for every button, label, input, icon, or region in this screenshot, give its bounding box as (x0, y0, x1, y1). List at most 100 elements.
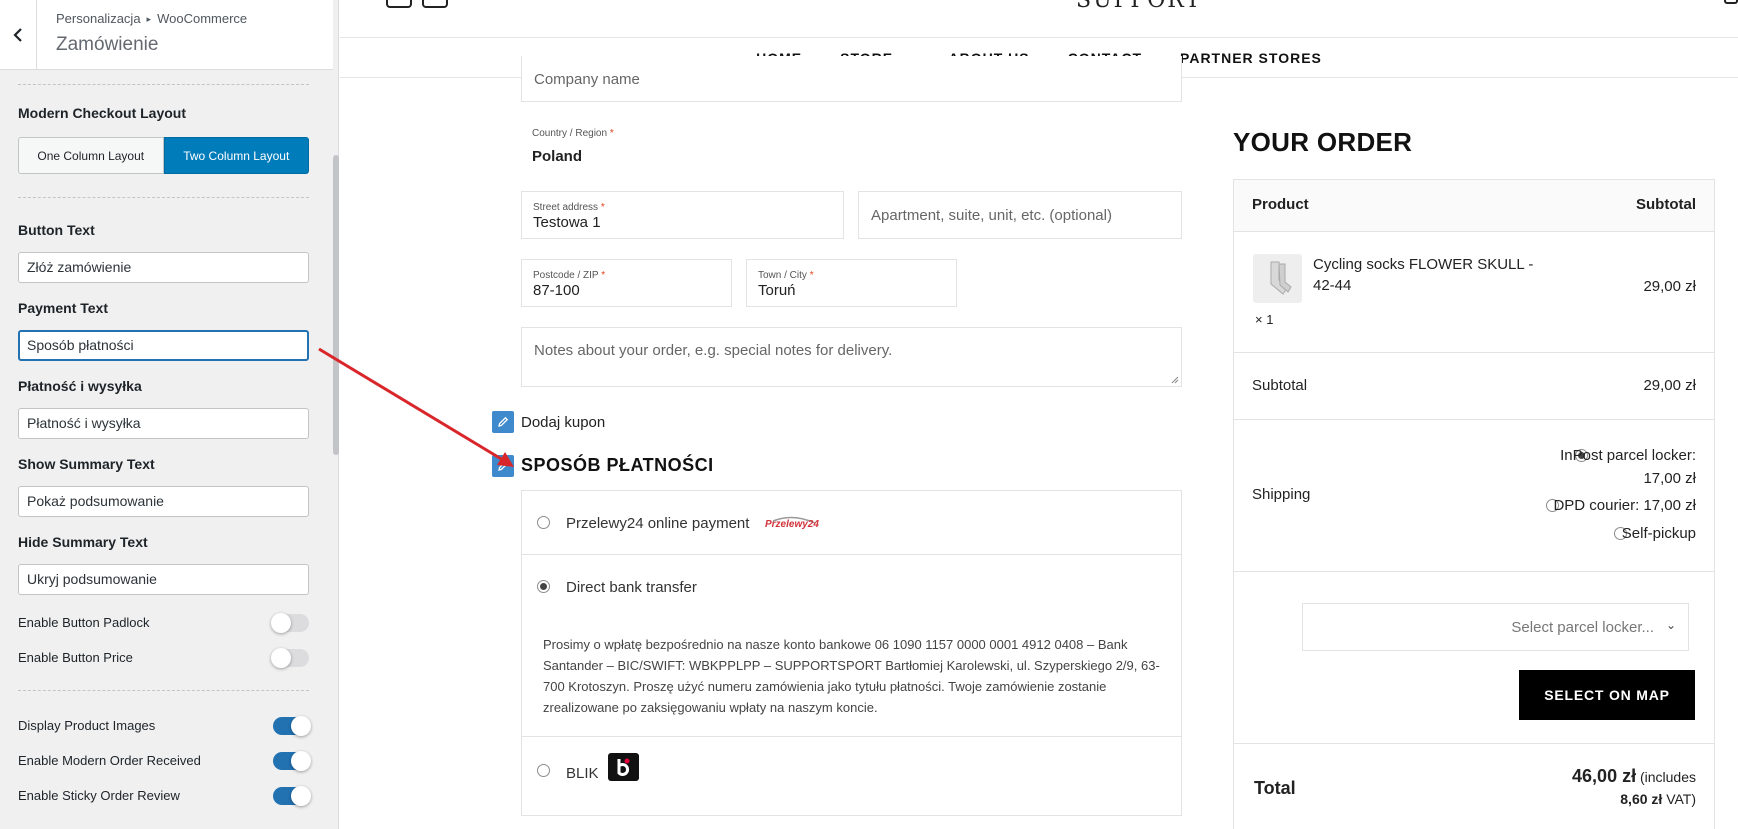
table-header: Product Subtotal (1234, 180, 1714, 232)
bank-transfer-description-box: Prosimy o wpłatę bezpośrednio na nasze k… (522, 620, 1181, 737)
toggle-label: Enable Sticky Order Review (18, 788, 180, 803)
payment-section-title: SPOSÓB PŁATNOŚCI (521, 455, 714, 475)
shipping-option-inpost-price: 17,00 zł (1643, 470, 1696, 487)
toggle-label: Display Product Images (18, 718, 156, 733)
select-on-map-button[interactable]: SELECT ON MAP (1519, 670, 1695, 720)
breadcrumb-item: Personalizacja (56, 11, 141, 26)
payment-label: BLIK (566, 765, 599, 782)
shipping-option-inpost[interactable]: InPost parcel locker: (1560, 447, 1696, 464)
total-value-block: 46,00 zł (includes 8,60 zł VAT) (1572, 765, 1696, 810)
przelewy24-logo: Przelewy24 (765, 516, 819, 530)
blik-logo (608, 753, 639, 781)
payment-option-bank-transfer[interactable]: Direct bank transfer (522, 555, 1181, 620)
back-button[interactable] (0, 0, 37, 70)
payment-text-input[interactable]: Sposób płatności (18, 330, 309, 361)
order-review-table: Product Subtotal Cycling socks FLOWER SK… (1233, 179, 1715, 829)
shipping-label: Shipping (1252, 486, 1311, 503)
sidebar-scrollbar[interactable] (333, 155, 339, 455)
shipping-option-dpd[interactable]: DPD courier: 17,00 zł (1553, 497, 1696, 514)
modern-order-received-toggle[interactable] (273, 751, 311, 771)
field-label: Postcode / ZIP * (533, 270, 606, 281)
field-label: Town / City * (758, 270, 814, 281)
two-column-layout-button[interactable]: Two Column Layout (163, 137, 309, 174)
customizer-sidebar: Personalizacja ▸ WooCommerce Zamówienie Mo… (0, 0, 339, 829)
order-notes-textarea[interactable]: Notes about your order, e.g. special not… (521, 327, 1182, 387)
payment-text-label: Payment Text (18, 300, 108, 316)
total-label: Total (1254, 778, 1296, 798)
payment-option-blik[interactable]: BLIK (522, 737, 1181, 809)
your-order-title: YOUR ORDER (1233, 127, 1413, 157)
apartment-field[interactable]: Apartment, suite, unit, etc. (optional) (858, 191, 1182, 239)
toggle-label: Enable Modern Order Received (18, 753, 201, 768)
button-text-input[interactable]: Złóż zamówienie (18, 252, 309, 283)
button-price-toggle[interactable] (271, 648, 309, 668)
toggle-row-order-received: Enable Modern Order Received (18, 750, 311, 772)
column-header-product: Product (1252, 196, 1309, 213)
add-coupon-link[interactable]: Dodaj kupon (521, 414, 605, 431)
payment-option-przelewy24[interactable]: Przelewy24 online payment Przelewy24 (522, 491, 1181, 555)
chevron-down-icon: ⌄ (1665, 618, 1676, 632)
site-logo[interactable]: SUPPORT (1076, 0, 1202, 13)
field-value: Testowa 1 (533, 214, 601, 231)
select-placeholder: Select parcel locker... (1511, 619, 1654, 636)
one-column-layout-button[interactable]: One Column Layout (18, 137, 164, 174)
table-row: Cycling socks FLOWER SKULL - 42-44 × 1 2… (1234, 232, 1714, 353)
toggle-row-padlock: Enable Button Padlock (18, 612, 309, 634)
toggle-knob (291, 786, 311, 806)
company-field[interactable]: Company name (521, 56, 1182, 102)
hide-summary-input[interactable]: Ukryj podsumowanie (18, 564, 309, 595)
apartment-placeholder: Apartment, suite, unit, etc. (optional) (871, 207, 1112, 224)
nav-partner-stores[interactable]: PARTNER STORES (1180, 50, 1322, 66)
parcel-locker-select[interactable]: Select parcel locker... ⌄ (1302, 603, 1689, 651)
postcode-field[interactable]: Postcode / ZIP * 87-100 (521, 259, 732, 307)
radio-bank-transfer[interactable] (537, 580, 550, 593)
street-address-field[interactable]: Street address * Testowa 1 (521, 191, 844, 239)
edit-pencil-icon[interactable] (492, 411, 514, 433)
layout-switcher: One Column Layout Two Column Layout (18, 137, 309, 174)
subtotal-row: Subtotal 29,00 zł (1234, 353, 1714, 420)
country-value[interactable]: Poland (532, 148, 582, 165)
total-includes: (includes (1639, 769, 1696, 785)
resize-handle-icon (1171, 376, 1179, 384)
bank-transfer-description: Prosimy o wpłatę bezpośrednio na nasze k… (543, 637, 1160, 715)
nav-label: PARTNER STORES (1180, 49, 1322, 66)
payment-label: Direct bank transfer (566, 579, 697, 596)
field-value: 87-100 (533, 282, 580, 299)
product-images-toggle[interactable] (273, 716, 311, 736)
payment-shipping-label: Płatność i wysyłka (18, 378, 142, 394)
product-name-size: 42-44 (1313, 277, 1352, 294)
toggle-row-sticky: Enable Sticky Order Review (18, 785, 311, 807)
breadcrumb-item: WooCommerce (157, 11, 248, 26)
product-name: Cycling socks FLOWER SKULL - (1313, 256, 1534, 273)
facebook-icon[interactable] (386, 0, 412, 8)
total-value: 46,00 zł (1572, 766, 1637, 786)
radio-przelewy24[interactable] (537, 516, 550, 529)
payment-shipping-input[interactable]: Płatność i wysyłka (18, 408, 309, 439)
instagram-icon[interactable] (422, 0, 448, 8)
toggle-label: Enable Button Price (18, 650, 133, 665)
shipping-option-self-pickup[interactable]: Self-pickup (1622, 525, 1696, 542)
divider (18, 84, 309, 85)
column-header-subtotal: Subtotal (1636, 196, 1696, 213)
city-field[interactable]: Town / City * Toruń (746, 259, 957, 307)
site-preview: SUPPORT HOME STORE⌄ ABOUT US CONTACT PAR… (340, 0, 1738, 829)
breadcrumb-separator-icon: ▸ (146, 14, 152, 24)
company-placeholder: Company name (534, 71, 640, 88)
show-summary-input[interactable]: Pokaż podsumowanie (18, 486, 309, 517)
chevron-left-icon (13, 28, 22, 42)
payment-label: Przelewy24 online payment (566, 515, 750, 532)
shipping-row: Shipping InPost parcel locker: 17,00 zł … (1234, 420, 1714, 572)
product-quantity: × 1 (1255, 312, 1274, 327)
button-text-label: Button Text (18, 222, 95, 238)
sticky-order-review-toggle[interactable] (273, 786, 311, 806)
vat-value: 8,60 zł (1620, 791, 1663, 807)
subtotal-label: Subtotal (1252, 377, 1308, 394)
button-padlock-toggle[interactable] (271, 613, 309, 633)
cart-icon[interactable] (1724, 0, 1738, 4)
edit-pencil-icon[interactable] (492, 455, 514, 477)
section-title: Zamówienie (56, 34, 159, 55)
field-value: Toruń (758, 282, 796, 299)
radio-blik[interactable] (537, 764, 550, 777)
toggle-knob (271, 613, 291, 633)
section-header: Personalizacja ▸ WooCommerce Zamówienie (0, 0, 333, 70)
